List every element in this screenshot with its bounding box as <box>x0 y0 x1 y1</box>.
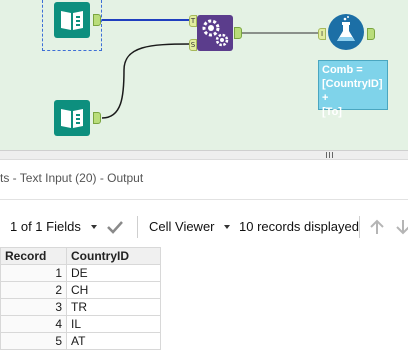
results-panel-title: ts - Text Input (20) - Output <box>0 171 144 185</box>
output-anchor[interactable] <box>93 14 101 26</box>
column-header-countryid[interactable]: CountryID <box>66 247 161 265</box>
header-row: Record CountryID <box>0 247 161 265</box>
source-input-anchor[interactable]: S <box>189 39 197 51</box>
table-row[interactable]: 4 IL <box>0 315 161 333</box>
arrow-down-icon[interactable] <box>396 218 408 236</box>
annotation-line: Comb = <box>322 64 363 76</box>
table-row[interactable]: 2 CH <box>0 281 161 299</box>
cell-value[interactable]: DE <box>66 264 161 282</box>
column-header-record[interactable]: Record <box>0 247 67 265</box>
results-toolbar: 1 of 1 Fields Cell Viewer 10 records dis… <box>0 210 408 242</box>
arrow-up-icon[interactable] <box>368 218 386 236</box>
chevron-down-icon[interactable] <box>224 225 230 229</box>
book-icon[interactable] <box>54 2 90 38</box>
workflow-canvas[interactable]: T S I Comb = [CountryID] + [To] <box>0 0 408 150</box>
cell-viewer-dropdown[interactable]: Cell Viewer <box>149 219 215 234</box>
output-anchor[interactable] <box>93 112 101 124</box>
panel-splitter[interactable] <box>0 150 408 160</box>
cell-value[interactable]: AT <box>66 332 161 350</box>
record-number: 4 <box>0 315 67 333</box>
table-row[interactable]: 5 AT <box>0 332 161 350</box>
cell-value[interactable]: TR <box>66 298 161 316</box>
flask-icon[interactable] <box>328 14 364 50</box>
gears-icon[interactable] <box>197 15 233 51</box>
grip-icon[interactable] <box>326 152 335 158</box>
chevron-down-icon[interactable] <box>91 225 97 229</box>
fields-selector-label[interactable]: 1 of 1 Fields <box>10 219 81 234</box>
output-anchor[interactable] <box>234 27 242 39</box>
book-icon[interactable] <box>54 100 90 136</box>
record-number: 1 <box>0 264 67 282</box>
cell-value[interactable]: CH <box>66 281 161 299</box>
table-row[interactable]: 3 TR <box>0 298 161 316</box>
checkmark-icon[interactable] <box>106 219 124 235</box>
cell-value[interactable]: IL <box>66 315 161 333</box>
toolbar-divider <box>359 216 360 238</box>
formula-input-anchor[interactable]: I <box>318 28 326 40</box>
table-row[interactable]: 1 DE <box>0 264 161 282</box>
formula-annotation: Comb = [CountryID] + [To] <box>318 60 388 118</box>
annotation-line: [CountryID] + <box>322 78 383 104</box>
record-number: 2 <box>0 281 67 299</box>
target-input-anchor[interactable]: T <box>189 15 197 27</box>
wire-bottom-to-append[interactable] <box>101 43 191 119</box>
records-count: 10 records displayed <box>239 219 359 234</box>
results-grid[interactable]: Record CountryID 1 DE 2 CH 3 TR 4 IL 5 A… <box>0 247 161 350</box>
annotation-line: [To] <box>322 106 342 118</box>
output-anchor[interactable] <box>367 28 375 40</box>
record-number: 5 <box>0 332 67 350</box>
toolbar-divider <box>137 216 138 238</box>
divider <box>0 199 408 200</box>
record-number: 3 <box>0 298 67 316</box>
